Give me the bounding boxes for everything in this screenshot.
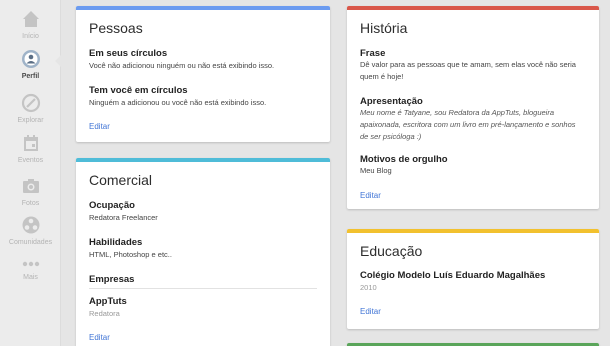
home-icon [22, 11, 39, 27]
section-text-line: Meu nome é Tatyane, sou Redatora da AppT… [360, 108, 555, 117]
nav-item-fotos[interactable]: Fotos [0, 176, 61, 207]
communities-icon [22, 216, 39, 234]
card-comercial-accent-bar [76, 158, 330, 162]
nav-item-comunidades[interactable]: Comunidades [0, 215, 61, 246]
nav-label-inicio: Início [22, 33, 39, 40]
nav-label-eventos: Eventos [17, 157, 44, 164]
section-title: Colégio Modelo Luís Eduardo Magalhães [360, 270, 546, 281]
nav-item-mais[interactable]: Mais [0, 258, 61, 281]
card-title: História [360, 20, 408, 36]
card-historia-accent-bar [347, 6, 599, 10]
more-dots-icon [22, 261, 39, 267]
card-pessoas: Pessoas Em seus círculos Você não adicio… [76, 6, 330, 142]
section-text: Redatora [89, 309, 120, 318]
nav-label-mais: Mais [23, 274, 38, 281]
nav-item-inicio[interactable]: Início [0, 9, 61, 40]
nav-item-perfil[interactable]: Perfil [0, 49, 61, 80]
section-title: AppTuts [89, 296, 127, 307]
compass-icon [21, 93, 40, 113]
nav-label-fotos: Fotos [21, 200, 40, 207]
section-text-line: apaixonada, escritora com um livro em pr… [360, 120, 576, 129]
section-title: Motivos de orgulho [360, 154, 448, 165]
edit-link-historia[interactable]: Editar [360, 191, 381, 200]
nav-label-perfil: Perfil [21, 73, 40, 80]
section-text: Meu Blog [360, 166, 392, 175]
section-text: HTML, Photoshop e etc.. [89, 250, 172, 259]
card-title: Comercial [89, 172, 153, 188]
card-educacao: Educação Colégio Modelo Luís Eduardo Mag… [347, 229, 599, 329]
edit-link-educacao[interactable]: Editar [360, 307, 381, 316]
card-title: Pessoas [89, 20, 143, 36]
active-nav-indicator [55, 54, 62, 68]
camera-icon [22, 179, 39, 193]
nav-item-eventos[interactable]: Eventos [0, 133, 61, 164]
edit-link-pessoas[interactable]: Editar [89, 122, 110, 131]
nav-label-comunidades: Comunidades [8, 239, 53, 246]
section-text-line: de ser psicóloga :) [360, 132, 422, 141]
section-title: Tem você em círculos [89, 85, 188, 96]
profile-icon [21, 50, 40, 68]
section-title: Apresentação [360, 96, 423, 107]
section-title: Habilidades [89, 237, 143, 248]
section-text: Você não adicionou ninguém ou não está e… [89, 61, 275, 70]
section-divider [89, 288, 317, 289]
section-text: 2010 [360, 283, 377, 292]
section-title: Em seus círculos [89, 48, 168, 59]
section-text-line: Dê valor para as pessoas que te amam, se… [360, 60, 576, 69]
section-text: Ninguém a adicionou ou você não está exi… [89, 98, 267, 107]
section-title: Frase [360, 48, 386, 59]
edit-link-comercial[interactable]: Editar [89, 333, 110, 342]
nav-label-explorar: Explorar [17, 117, 44, 124]
calendar-icon [23, 135, 38, 151]
card-comercial: Comercial Ocupação Redatora Freelancer H… [76, 158, 330, 346]
card-educacao-accent-bar [347, 229, 599, 233]
section-text-line: quem é hoje! [360, 72, 404, 81]
section-title: Ocupação [89, 200, 135, 211]
section-text: Redatora Freelancer [89, 213, 158, 222]
card-historia: História Frase Dê valor para as pessoas … [347, 6, 599, 209]
card-title: Educação [360, 243, 423, 259]
card-pessoas-accent-bar [76, 6, 330, 10]
left-nav-sidebar: Início Perfil Explorar Eventos Fotos Com… [0, 0, 61, 346]
section-title: Empresas [89, 274, 135, 285]
nav-item-explorar[interactable]: Explorar [0, 93, 61, 124]
